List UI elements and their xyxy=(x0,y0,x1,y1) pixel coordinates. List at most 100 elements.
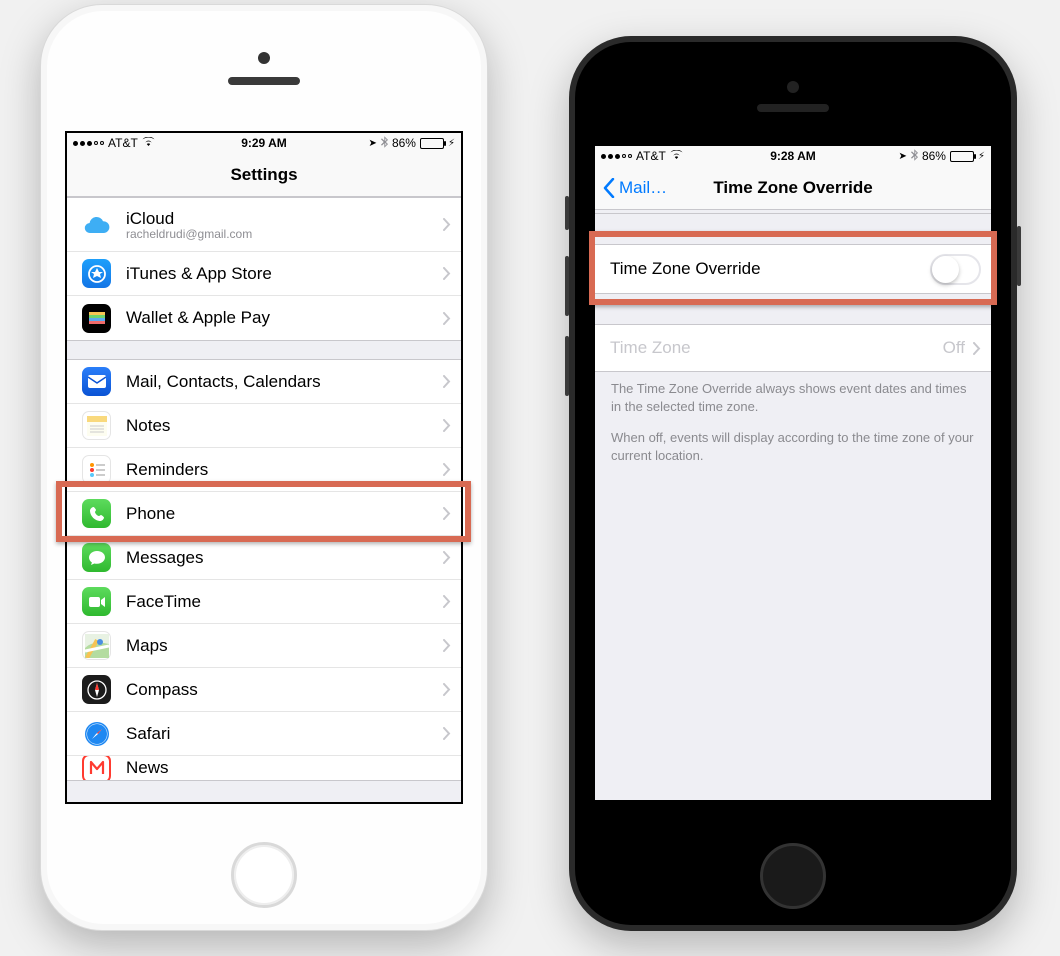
home-button[interactable] xyxy=(231,842,297,908)
settings-item-mail[interactable]: Mail, Contacts, Calendars xyxy=(67,360,461,404)
tz-override-toggle-row[interactable]: Time Zone Override xyxy=(595,245,991,293)
settings-item-wallet[interactable]: Wallet & Apple Pay xyxy=(67,296,461,340)
notes-icon xyxy=(82,411,111,440)
chevron-right-icon xyxy=(443,551,451,564)
settings-item-notes[interactable]: Notes xyxy=(67,404,461,448)
facetime-icon xyxy=(82,587,111,616)
row-label: iTunes & App Store xyxy=(126,264,443,284)
settings-item-maps[interactable]: Maps xyxy=(67,624,461,668)
wallet-icon xyxy=(82,304,111,333)
settings-item-facetime[interactable]: FaceTime xyxy=(67,580,461,624)
nav-back-button[interactable]: Mail… xyxy=(603,166,667,209)
nav-bar: Mail… Time Zone Override xyxy=(595,166,991,210)
charging-icon: ⚡︎ xyxy=(978,151,985,162)
chevron-right-icon xyxy=(443,639,451,652)
row-label: FaceTime xyxy=(126,592,443,612)
signal-dots-icon xyxy=(73,141,104,146)
chevron-right-icon xyxy=(443,595,451,608)
status-time: 9:28 AM xyxy=(770,149,816,163)
settings-item-phone[interactable]: Phone xyxy=(67,492,461,536)
mute-switch[interactable] xyxy=(565,196,569,230)
settings-item-icloud[interactable]: iCloud racheldrudi@gmail.com xyxy=(67,198,461,252)
carrier-label: AT&T xyxy=(636,149,666,163)
footnote-line-2: When off, events will display according … xyxy=(611,429,975,464)
icloud-icon xyxy=(82,210,111,239)
settings-item-compass[interactable]: Compass xyxy=(67,668,461,712)
chevron-right-icon xyxy=(443,683,451,696)
screen-timezone: AT&T 9:28 AM ➤ 86% ⚡︎ xyxy=(593,144,993,802)
footnote-text: The Time Zone Override always shows even… xyxy=(595,372,991,464)
row-label: Wallet & Apple Pay xyxy=(126,308,443,328)
settings-item-reminders[interactable]: Reminders xyxy=(67,448,461,492)
front-camera xyxy=(258,52,270,64)
chevron-right-icon xyxy=(973,342,981,355)
front-camera xyxy=(787,81,799,93)
row-sublabel: racheldrudi@gmail.com xyxy=(126,227,443,241)
footnote-line-1: The Time Zone Override always shows even… xyxy=(611,380,975,415)
home-button[interactable] xyxy=(760,843,826,909)
wifi-icon xyxy=(142,137,155,150)
power-button[interactable] xyxy=(1017,226,1021,286)
wifi-icon xyxy=(670,150,683,163)
tz-value-row[interactable]: Time Zone Off xyxy=(595,325,991,371)
settings-item-messages[interactable]: Messages xyxy=(67,536,461,580)
row-label: Mail, Contacts, Calendars xyxy=(126,372,443,392)
earpiece xyxy=(228,77,300,85)
chevron-right-icon xyxy=(443,463,451,476)
chevron-right-icon xyxy=(443,507,451,520)
tz-value-group: Time Zone Off xyxy=(595,324,991,372)
status-bar: AT&T 9:29 AM ➤ 86% ⚡︎ xyxy=(67,133,461,153)
toggle-switch[interactable] xyxy=(930,254,981,285)
carrier-label: AT&T xyxy=(108,136,138,150)
battery-percent: 86% xyxy=(392,136,416,150)
battery-icon xyxy=(950,151,974,162)
nav-title: Time Zone Override xyxy=(713,178,872,198)
chevron-left-icon xyxy=(603,178,615,198)
signal-dots-icon xyxy=(601,154,632,159)
location-icon: ➤ xyxy=(899,151,907,162)
row-label: Messages xyxy=(126,548,443,568)
phone-icon xyxy=(82,499,111,528)
volume-up-button[interactable] xyxy=(565,256,569,316)
row-label: Maps xyxy=(126,636,443,656)
earpiece xyxy=(757,104,829,112)
settings-group-account: iCloud racheldrudi@gmail.com iTunes & Ap… xyxy=(67,197,461,341)
settings-item-news[interactable]: News xyxy=(67,756,461,780)
iphone-black: AT&T 9:28 AM ➤ 86% ⚡︎ xyxy=(569,36,1017,931)
chevron-right-icon xyxy=(443,267,451,280)
chevron-right-icon xyxy=(443,419,451,432)
settings-group-apps: Mail, Contacts, Calendars Notes Reminder… xyxy=(67,359,461,781)
settings-item-itunes[interactable]: iTunes & App Store xyxy=(67,252,461,296)
maps-icon xyxy=(82,631,111,660)
chevron-right-icon xyxy=(443,312,451,325)
settings-item-safari[interactable]: Safari xyxy=(67,712,461,756)
iphone-white: AT&T 9:29 AM ➤ 86% ⚡︎ Se xyxy=(40,4,488,931)
battery-percent: 86% xyxy=(922,149,946,163)
status-time: 9:29 AM xyxy=(241,136,287,150)
safari-icon xyxy=(82,719,111,748)
volume-down-button[interactable] xyxy=(565,336,569,396)
row-label: Safari xyxy=(126,724,443,744)
charging-icon: ⚡︎ xyxy=(448,138,455,149)
bluetooth-icon xyxy=(911,149,918,164)
reminders-icon xyxy=(82,455,111,484)
row-label: Compass xyxy=(126,680,443,700)
mail-icon xyxy=(82,367,111,396)
row-label: News xyxy=(126,758,451,778)
row-label: Time Zone Override xyxy=(610,259,930,279)
nav-bar: Settings xyxy=(67,153,461,197)
screen-settings: AT&T 9:29 AM ➤ 86% ⚡︎ Se xyxy=(65,131,463,804)
compass-icon xyxy=(82,675,111,704)
row-label: iCloud xyxy=(126,209,443,229)
location-icon: ➤ xyxy=(369,138,377,149)
battery-icon xyxy=(420,138,444,149)
row-value: Off xyxy=(943,338,965,358)
row-label: Notes xyxy=(126,416,443,436)
row-label: Phone xyxy=(126,504,443,524)
row-label: Time Zone xyxy=(610,338,943,358)
chevron-right-icon xyxy=(443,727,451,740)
appstore-icon xyxy=(82,259,111,288)
nav-title: Settings xyxy=(230,165,297,185)
bluetooth-icon xyxy=(381,136,388,151)
chevron-right-icon xyxy=(443,375,451,388)
